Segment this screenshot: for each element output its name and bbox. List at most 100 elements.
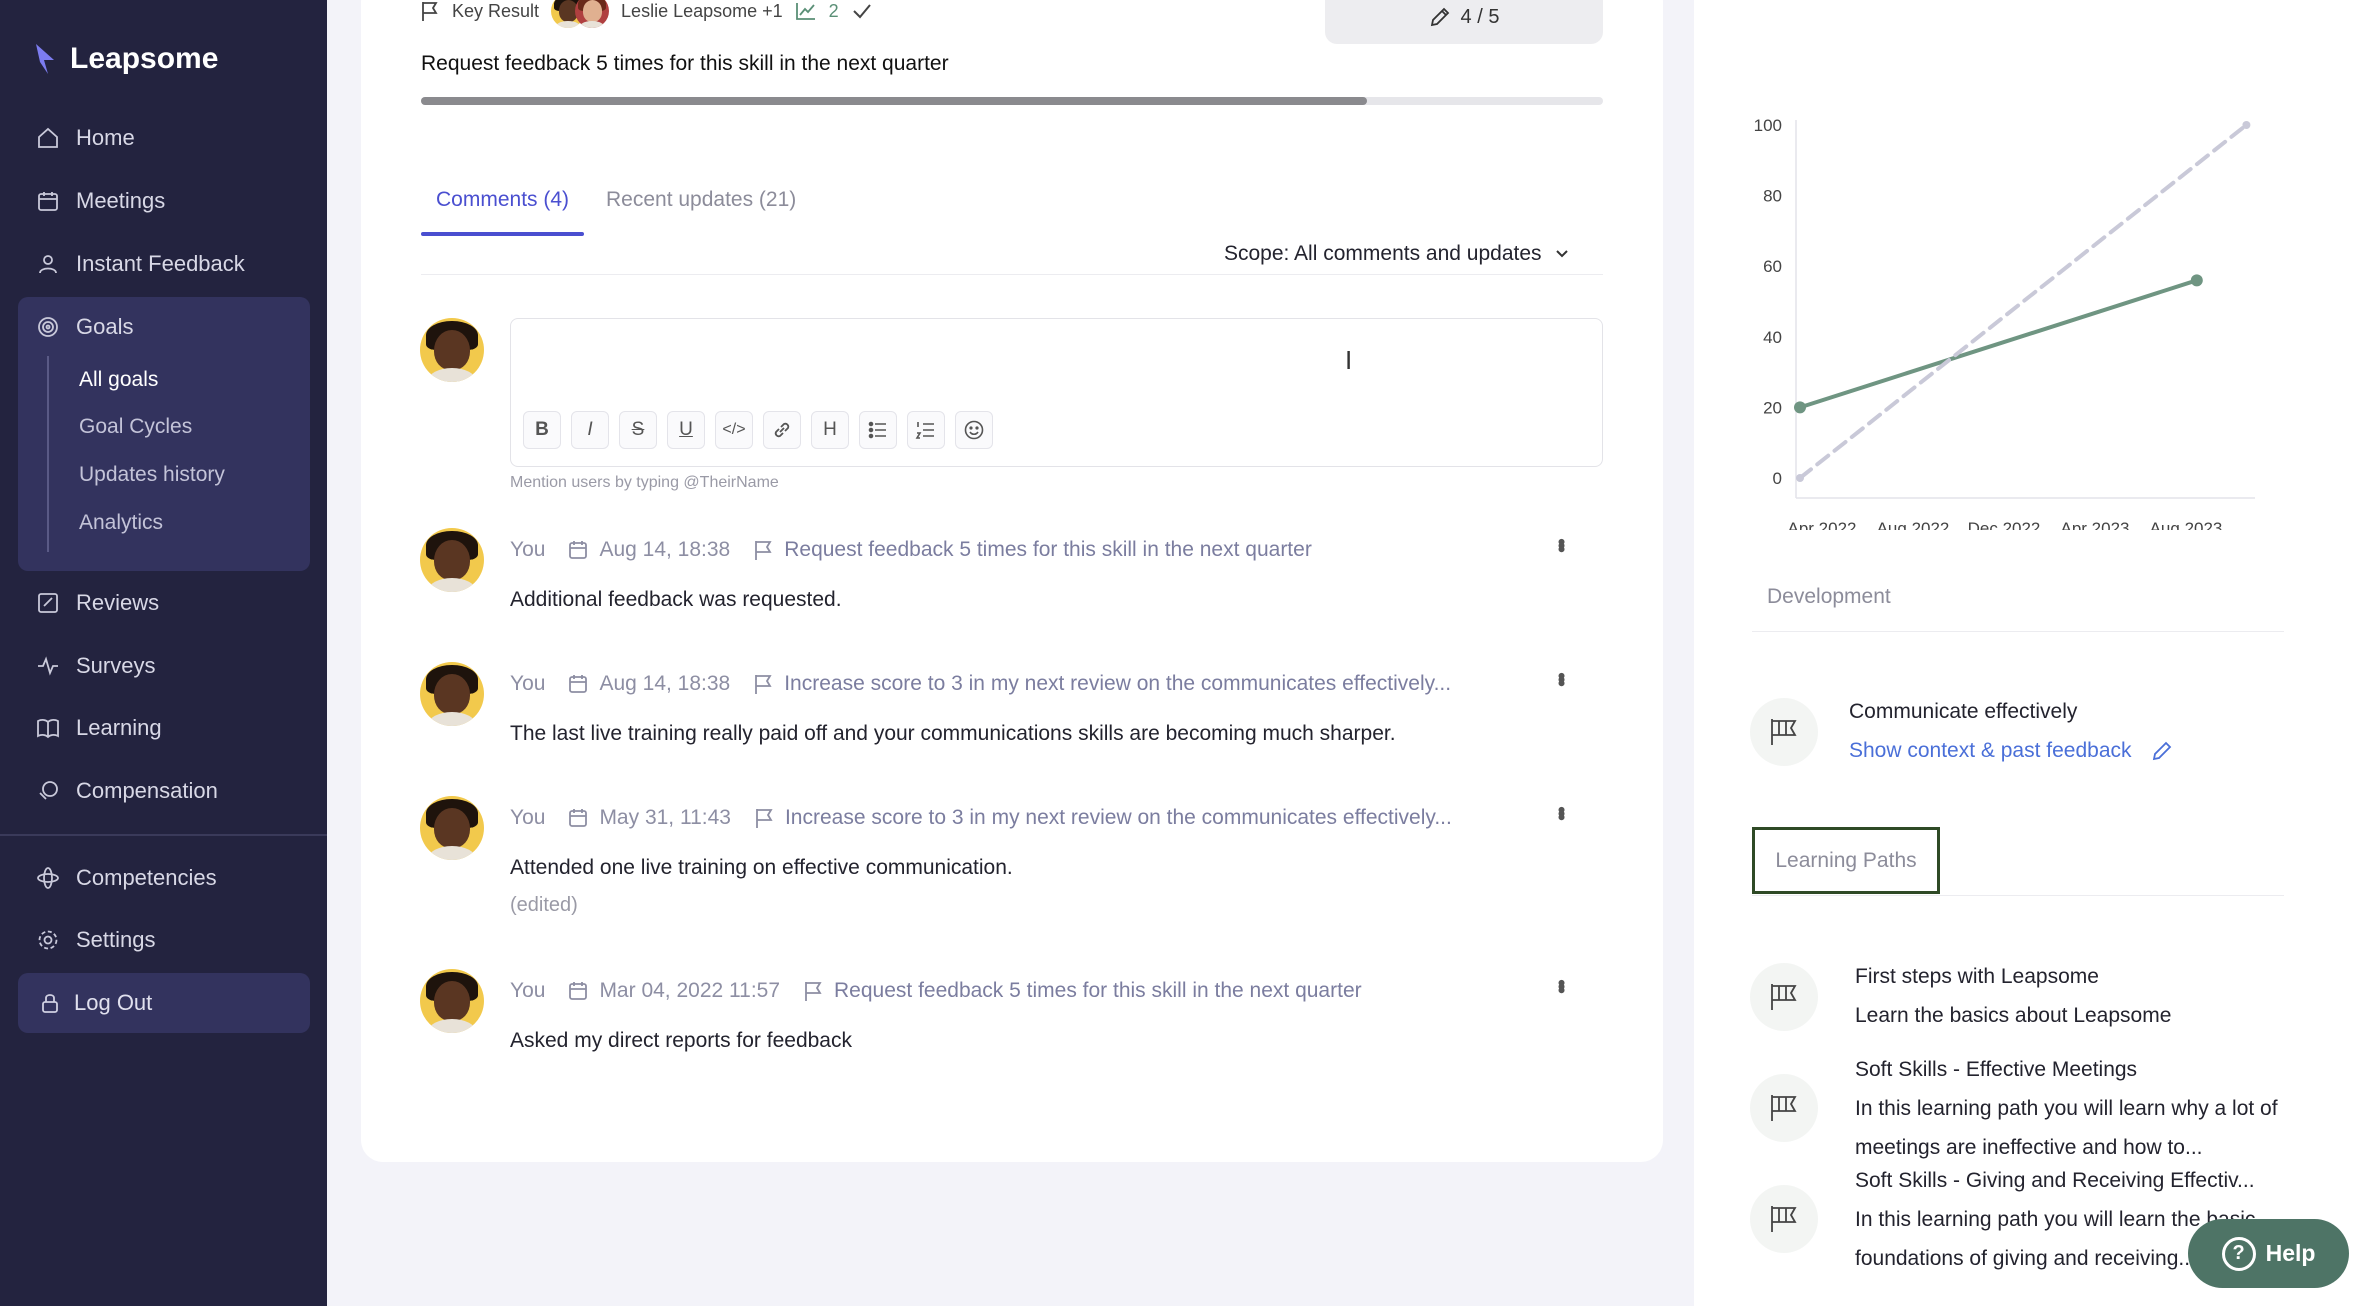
learning-path-item[interactable]: Soft Skills - Effective Meetings In this… [1855, 1050, 2285, 1167]
heading-button[interactable]: H [811, 411, 849, 449]
learning-path-title: Soft Skills - Giving and Receiving Effec… [1855, 1169, 2255, 1192]
target-line [1798, 123, 2249, 480]
competency-name: Communicate effectively [1849, 700, 2078, 723]
comment-author[interactable]: You [510, 672, 545, 696]
leapsome-logo[interactable]: Leapsome [34, 42, 218, 76]
bullet-list-button[interactable] [859, 411, 897, 449]
nav-home-label: Home [76, 125, 135, 150]
lock-icon [42, 994, 58, 1013]
nav-home[interactable]: Home [18, 110, 310, 166]
comment-author[interactable]: You [510, 538, 545, 562]
progress-chart: 0 20 40 60 80 100 Apr 2022 Aug 2022 Dec 2022 Apr … [1754, 116, 2255, 530]
link-icon [774, 422, 790, 438]
learning-path-item[interactable]: First steps with Leapsome Learn the basi… [1855, 957, 2275, 1035]
pencil-icon [1430, 7, 1449, 27]
comment-author[interactable]: You [510, 806, 545, 830]
nav-competencies[interactable]: Competencies [18, 850, 310, 906]
key-result-title: Request feedback 5 times for this skill … [421, 52, 949, 75]
nav-surveys[interactable]: Surveys [18, 638, 310, 694]
nav-meetings-label: Meetings [76, 188, 166, 213]
italic-button[interactable]: I [571, 411, 609, 449]
comment-menu-icon[interactable]: ••• [1548, 979, 1574, 990]
nav-meetings[interactable]: Meetings [18, 173, 310, 229]
key-result-owners[interactable]: Leslie Leapsome +1 [621, 1, 783, 22]
nav-analytics[interactable]: Analytics [79, 511, 163, 535]
data-point [2190, 274, 2203, 287]
nav-instant-feedback[interactable]: Instant Feedback [18, 236, 310, 292]
underline-button[interactable]: U [667, 411, 705, 449]
question-icon: ? [2221, 1236, 2256, 1271]
x-tick-label: Apr 2023 [2061, 519, 2130, 530]
tab-comments[interactable]: Comments (4) [436, 188, 569, 212]
nav-compensation-label: Compensation [76, 778, 218, 803]
emoji-button[interactable] [955, 411, 993, 449]
scope-label: Scope: All comments and updates [1224, 242, 1542, 265]
logout-button[interactable]: Log Out [18, 973, 310, 1033]
x-tick-label: Dec 2022 [1968, 519, 2041, 530]
chevron-down-icon [1555, 250, 1568, 258]
y-tick-label: 0 [1773, 469, 1782, 488]
nav-goal-cycles[interactable]: Goal Cycles [79, 415, 192, 439]
numbered-list-button[interactable] [907, 411, 945, 449]
learning-paths-heading[interactable]: Learning Paths [1752, 827, 1940, 894]
nav-goals[interactable]: Goals [18, 299, 310, 355]
key-result-meta: Key Result Leslie Leapsome +1 2 [420, 0, 873, 28]
nav-reviews[interactable]: Reviews [18, 575, 310, 631]
nav-surveys-label: Surveys [76, 653, 156, 678]
comment-menu-icon[interactable]: ••• [1548, 538, 1574, 549]
comment-goal-link[interactable]: Request feedback 5 times for this skill … [834, 979, 1362, 1003]
x-tick-label: Aug 2022 [1877, 519, 1950, 530]
calendar-icon [569, 809, 588, 827]
learning-paths-divider [1752, 895, 2284, 896]
flag-icon [755, 541, 772, 560]
code-button[interactable]: </> [715, 411, 753, 449]
help-button[interactable]: ? Help [2188, 1219, 2349, 1288]
nav-goals-label: Goals [76, 314, 134, 339]
comment-text: Additional feedback was requested. [510, 588, 842, 611]
feedback-icon [36, 252, 60, 276]
scope-dropdown[interactable]: Scope: All comments and updates [1224, 242, 1570, 266]
current-user-avatar [420, 318, 484, 382]
review-icon [36, 591, 60, 615]
learning-path-desc: Learn the basics about Leapsome [1855, 1004, 2172, 1027]
comment-author[interactable]: You [510, 979, 545, 1003]
comment-goal-link[interactable]: Increase score to 3 in my next review on… [784, 672, 1451, 696]
comment-menu-icon[interactable]: ••• [1548, 672, 1574, 683]
tab-recent-updates[interactable]: Recent updates (21) [606, 188, 796, 212]
flag-icon [422, 2, 438, 21]
atom-icon [36, 866, 60, 890]
development-divider [1752, 631, 2284, 632]
comment-menu-icon[interactable]: ••• [1548, 806, 1574, 817]
comment-meta: You Mar 04, 2022 11:57 Request feedback … [510, 979, 1362, 1003]
nav-updates-history[interactable]: Updates history [79, 463, 225, 487]
strikethrough-button[interactable]: S [619, 411, 657, 449]
nav-all-goals[interactable]: All goals [79, 368, 158, 392]
active-tab-indicator [421, 232, 584, 236]
nav-competencies-label: Competencies [76, 865, 217, 890]
show-context-label: Show context & past feedback [1849, 739, 2132, 762]
nav-settings[interactable]: Settings [18, 912, 310, 968]
bold-button[interactable]: B [523, 411, 561, 449]
owner-avatar-second[interactable] [575, 0, 610, 28]
leapsome-bird-icon [36, 44, 54, 74]
nav-settings-label: Settings [76, 927, 156, 952]
comment-editor[interactable]: I B I S U </> H [510, 318, 1603, 467]
link-button[interactable] [763, 411, 801, 449]
pencil-icon[interactable] [2150, 739, 2174, 763]
calendar-people-icon [36, 189, 60, 213]
score-button[interactable]: 4 / 5 [1325, 0, 1603, 44]
calendar-icon [569, 541, 588, 559]
comment-goal-link[interactable]: Increase score to 3 in my next review on… [785, 806, 1452, 830]
comment-goal-link[interactable]: Request feedback 5 times for this skill … [784, 538, 1312, 562]
flag-icon [805, 982, 822, 1001]
nav-compensation[interactable]: Compensation [18, 763, 310, 819]
brand-name: Leapsome [70, 42, 219, 75]
home-icon [36, 126, 60, 150]
text-cursor-icon: I [1345, 345, 1353, 375]
sidebar: Leapsome Home Meetings Instant Feedback … [0, 0, 327, 1306]
y-tick-label: 20 [1763, 398, 1782, 417]
show-context-link[interactable]: Show context & past feedback [1849, 739, 2174, 763]
nav-learning[interactable]: Learning [18, 700, 310, 756]
comment-text: Asked my direct reports for feedback [510, 1029, 852, 1052]
comment-text: Attended one live training on effective … [510, 856, 1013, 879]
